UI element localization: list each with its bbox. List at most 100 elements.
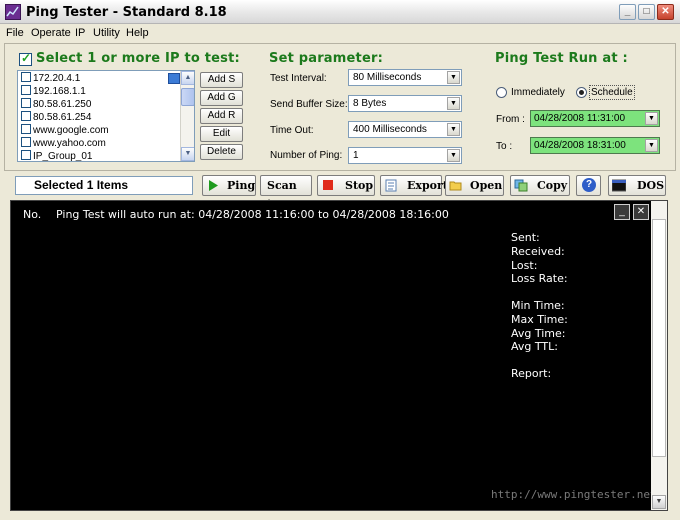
- send-buffer-select[interactable]: 8 Bytes ▼: [348, 95, 462, 112]
- number-of-ping-select[interactable]: 1 ▼: [348, 147, 462, 164]
- minimize-button[interactable]: _: [619, 4, 636, 20]
- console-close-icon[interactable]: ✕: [633, 204, 649, 220]
- ip-list[interactable]: 172.20.4.1 192.168.1.1 80.58.61.250 80.5…: [17, 70, 195, 162]
- close-button[interactable]: ✕: [657, 4, 674, 20]
- ip-list-scrollbar[interactable]: ▲ ▼: [180, 71, 194, 161]
- results-console[interactable]: No. Ping Test will auto run at: 04/28/20…: [10, 200, 668, 511]
- console-scrollbar[interactable]: ▼: [651, 201, 667, 510]
- copy-label: Copy: [537, 179, 568, 192]
- to-label: To :: [496, 141, 513, 152]
- edit-button[interactable]: Edit: [200, 126, 243, 142]
- help-icon: ?: [582, 178, 596, 192]
- copy-button[interactable]: Copy: [510, 175, 570, 196]
- from-datetime-select[interactable]: 04/28/2008 11:31:00 ▼: [530, 110, 660, 127]
- scroll-down-icon[interactable]: ▼: [181, 147, 194, 161]
- chevron-down-icon[interactable]: ▼: [447, 149, 460, 162]
- number-of-ping-value: 1: [353, 150, 359, 161]
- add-r-button[interactable]: Add R: [200, 108, 243, 124]
- ip-checkbox[interactable]: [21, 98, 31, 108]
- export-button[interactable]: Export: [380, 175, 448, 196]
- terminal-icon: [612, 179, 626, 192]
- list-item[interactable]: 80.58.61.250: [21, 98, 91, 111]
- play-icon: [209, 180, 218, 191]
- ip-label: www.google.com: [33, 125, 109, 136]
- chevron-down-icon[interactable]: ▼: [447, 71, 460, 84]
- stat-max-time: Max Time:: [511, 313, 568, 326]
- export-icon: [385, 179, 397, 192]
- params-section-title: Set parameter:: [269, 51, 383, 66]
- menu-bar: File Operate IP Utility Help: [0, 24, 680, 42]
- website-url: http://www.pingtester.net: [491, 488, 657, 501]
- list-item[interactable]: 80.58.61.254: [21, 111, 91, 124]
- ip-checkbox[interactable]: [21, 72, 31, 82]
- stat-report: Report:: [511, 367, 552, 380]
- maximize-button[interactable]: □: [638, 4, 655, 20]
- app-icon: [5, 4, 21, 20]
- ip-checkbox[interactable]: [21, 137, 31, 147]
- export-label: Export: [407, 179, 448, 192]
- ip-label: 80.58.61.254: [33, 112, 92, 123]
- chevron-down-icon[interactable]: ▼: [645, 112, 658, 125]
- window-title: Ping Tester - Standard 8.18: [26, 5, 227, 20]
- console-scroll-thumb[interactable]: [652, 219, 666, 457]
- help-button[interactable]: ?: [576, 175, 601, 196]
- menu-help[interactable]: Help: [126, 27, 149, 39]
- from-label: From :: [496, 114, 525, 125]
- dos-label: DOS: [637, 179, 665, 192]
- to-datetime-value: 04/28/2008 18:31:00: [534, 140, 626, 151]
- select-all-checkbox[interactable]: [19, 51, 32, 66]
- selection-status: Selected 1 Items: [15, 176, 193, 195]
- scroll-down-icon[interactable]: ▼: [652, 495, 666, 509]
- scroll-thumb[interactable]: [181, 88, 194, 106]
- selected-row-marker-icon: [168, 73, 180, 84]
- ip-checkbox[interactable]: [21, 111, 31, 121]
- ping-button[interactable]: Ping: [202, 175, 256, 196]
- schedule-label[interactable]: Schedule: [589, 85, 635, 100]
- title-bar: Ping Tester - Standard 8.18 _ □ ✕: [0, 0, 680, 24]
- list-item[interactable]: 172.20.4.1: [21, 72, 80, 85]
- menu-operate[interactable]: Operate: [31, 27, 71, 39]
- stat-lost: Lost:: [511, 259, 538, 272]
- menu-ip[interactable]: IP: [75, 27, 85, 39]
- scroll-up-icon[interactable]: ▲: [181, 71, 194, 85]
- test-interval-value: 80 Milliseconds: [353, 72, 422, 83]
- add-g-button[interactable]: Add G: [200, 90, 243, 106]
- delete-button[interactable]: Delete: [200, 144, 243, 160]
- ip-checkbox[interactable]: [21, 124, 31, 134]
- chevron-down-icon[interactable]: ▼: [447, 123, 460, 136]
- ip-checkbox[interactable]: [21, 150, 31, 160]
- stat-received: Received:: [511, 245, 565, 258]
- scan-ip-button[interactable]: Scan ip: [260, 175, 312, 211]
- dos-button[interactable]: DOS: [608, 175, 666, 196]
- ip-label: 172.20.4.1: [33, 73, 81, 84]
- add-s-button[interactable]: Add S: [200, 72, 243, 88]
- list-item[interactable]: IP_Group_01: [21, 150, 93, 161]
- stat-avg-time: Avg Time:: [511, 327, 566, 340]
- column-header-no: No.: [23, 208, 42, 221]
- menu-file[interactable]: File: [6, 27, 24, 39]
- number-of-ping-label: Number of Ping:: [270, 150, 343, 161]
- schedule-radio[interactable]: [576, 87, 587, 98]
- stop-button[interactable]: Stop: [317, 175, 375, 196]
- list-item[interactable]: www.google.com: [21, 124, 109, 137]
- to-datetime-select[interactable]: 04/28/2008 18:31:00 ▼: [530, 137, 660, 154]
- list-item[interactable]: www.yahoo.com: [21, 137, 106, 150]
- schedule-section-title: Ping Test Run at :: [495, 51, 628, 66]
- ip-label: www.yahoo.com: [33, 138, 106, 149]
- console-minimize-icon[interactable]: _: [614, 204, 630, 220]
- time-out-value: 400 Milliseconds: [353, 124, 427, 135]
- list-item[interactable]: 192.168.1.1: [21, 85, 86, 98]
- chevron-down-icon[interactable]: ▼: [645, 139, 658, 152]
- auto-run-message: Ping Test will auto run at: 04/28/2008 1…: [56, 208, 449, 221]
- stop-icon: [323, 180, 333, 190]
- ip-checkbox[interactable]: [21, 85, 31, 95]
- immediately-label[interactable]: Immediately: [511, 87, 565, 98]
- test-interval-label: Test Interval:: [270, 73, 327, 84]
- test-interval-select[interactable]: 80 Milliseconds ▼: [348, 69, 462, 86]
- open-button[interactable]: Open: [445, 175, 504, 196]
- immediately-radio[interactable]: [496, 87, 507, 98]
- chevron-down-icon[interactable]: ▼: [447, 97, 460, 110]
- stat-avg-ttl: Avg TTL:: [511, 340, 558, 353]
- menu-utility[interactable]: Utility: [93, 27, 120, 39]
- time-out-select[interactable]: 400 Milliseconds ▼: [348, 121, 462, 138]
